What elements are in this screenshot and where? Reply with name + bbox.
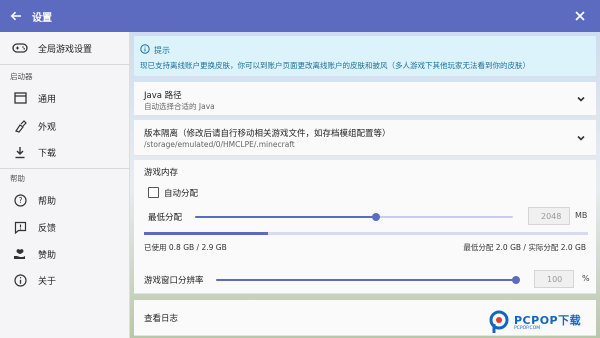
sidebar-item-general[interactable]: 通用 bbox=[0, 86, 130, 110]
close-button[interactable] bbox=[572, 8, 588, 24]
memory-slider-thumb[interactable] bbox=[372, 213, 381, 221]
window-resolution-row: 游戏窗口分辨率 100 % bbox=[134, 264, 596, 294]
info-icon bbox=[140, 44, 150, 57]
svg-text:?: ? bbox=[18, 196, 22, 205]
sidebar: 全局游戏设置 启动器 通用 外观 下载 帮助 ? 帮助 反馈 赞助 关于 bbox=[0, 32, 130, 338]
resolution-unit: % bbox=[582, 274, 590, 283]
sidebar-item-label: 通用 bbox=[38, 94, 57, 105]
memory-slider[interactable] bbox=[195, 213, 513, 221]
memory-usage-fill bbox=[144, 232, 269, 235]
back-arrow-icon bbox=[10, 11, 21, 21]
version-isolation-title: 版本隔离（修改后请自行移动相关游戏文件，如存档模组配置等） bbox=[144, 129, 391, 139]
auto-allocate-label: 自动分配 bbox=[164, 189, 199, 199]
pcpop-logo-icon bbox=[489, 310, 509, 333]
min-alloc-label: 最低分配 bbox=[148, 213, 183, 223]
divider bbox=[0, 168, 130, 169]
min-memory-input[interactable]: 2048 bbox=[528, 207, 570, 225]
list-icon bbox=[12, 90, 28, 106]
java-path-subtitle: 自动选择合适的 Java bbox=[144, 102, 215, 111]
sidebar-item-label: 反馈 bbox=[38, 223, 57, 234]
section-label-help: 帮助 bbox=[10, 174, 25, 183]
memory-used-text: 已使用 0.8 GB / 2.9 GB bbox=[144, 243, 227, 252]
help-icon: ? bbox=[12, 192, 28, 208]
sidebar-item-label: 帮助 bbox=[38, 196, 57, 207]
settings-content: 提示 现已支持离线账户更换皮肤，你可以到账户页面更改离线账户的皮肤和披风（多人游… bbox=[132, 32, 600, 338]
sidebar-item-label: 全局游戏设置 bbox=[38, 44, 93, 55]
divider bbox=[0, 64, 130, 65]
sidebar-item-help[interactable]: ? 帮助 bbox=[0, 188, 130, 212]
sidebar-item-sponsor[interactable]: 赞助 bbox=[0, 242, 130, 266]
info-icon bbox=[12, 272, 28, 288]
watermark-sub: PCPOP.COM bbox=[514, 326, 541, 331]
sidebar-item-appearance[interactable]: 外观 bbox=[0, 114, 130, 138]
resolution-input[interactable]: 100 bbox=[534, 270, 574, 288]
close-icon bbox=[575, 11, 585, 21]
sidebar-item-global-settings[interactable]: 全局游戏设置 bbox=[0, 36, 130, 60]
java-path-row[interactable]: Java 路径 自动选择合适的 Java bbox=[134, 82, 596, 116]
memory-slider-fill bbox=[195, 216, 377, 218]
download-icon bbox=[12, 144, 28, 160]
window-title: 设置 bbox=[32, 12, 52, 24]
sidebar-item-feedback[interactable]: 反馈 bbox=[0, 215, 130, 239]
sidebar-item-label: 下载 bbox=[38, 148, 57, 159]
resolution-slider-thumb[interactable] bbox=[512, 276, 520, 284]
game-dir-path: /storage/emulated/0/HMCLPE/.minecraft bbox=[144, 140, 295, 149]
tip-title: 提示 bbox=[154, 46, 170, 55]
auto-allocate-checkbox[interactable] bbox=[148, 187, 159, 198]
section-label-launcher: 启动器 bbox=[10, 72, 33, 81]
sidebar-item-download[interactable]: 下载 bbox=[0, 140, 130, 164]
chevron-down-icon[interactable] bbox=[576, 94, 586, 104]
gamepad-icon bbox=[12, 40, 28, 56]
sidebar-item-label: 关于 bbox=[38, 276, 57, 287]
sidebar-item-label: 外观 bbox=[38, 122, 57, 133]
tip-banner: 提示 现已支持离线账户更换皮肤，你可以到账户页面更改离线账户的皮肤和披风（多人游… bbox=[134, 36, 596, 76]
back-button[interactable] bbox=[0, 0, 32, 32]
resolution-label: 游戏窗口分辨率 bbox=[144, 276, 204, 286]
brush-icon bbox=[12, 118, 28, 134]
title-bar: 设置 bbox=[0, 0, 600, 32]
java-path-title: Java 路径 bbox=[144, 91, 182, 101]
sidebar-item-label: 赞助 bbox=[38, 250, 57, 261]
memory-alloc-text: 最低分配 2.0 GB / 实际分配 2.0 GB bbox=[463, 243, 586, 252]
view-log-label: 查看日志 bbox=[144, 314, 179, 324]
memory-usage-bar bbox=[144, 232, 588, 235]
memory-section-title: 游戏内存 bbox=[144, 168, 179, 178]
memory-unit: MB bbox=[575, 211, 588, 220]
resolution-slider[interactable] bbox=[216, 276, 520, 284]
watermark: PCPOP下载 PCPOP.COM bbox=[488, 308, 596, 336]
chevron-down-icon[interactable] bbox=[576, 133, 586, 143]
sidebar-item-about[interactable]: 关于 bbox=[0, 268, 130, 292]
resolution-slider-fill bbox=[216, 279, 516, 281]
feedback-icon bbox=[12, 219, 28, 235]
version-isolation-row[interactable]: 版本隔离（修改后请自行移动相关游戏文件，如存档模组配置等） /storage/e… bbox=[134, 120, 596, 156]
donate-icon bbox=[12, 246, 28, 262]
tip-text: 现已支持离线账户更换皮肤，你可以到账户页面更改离线账户的皮肤和披风（多人游戏下其… bbox=[140, 61, 530, 70]
